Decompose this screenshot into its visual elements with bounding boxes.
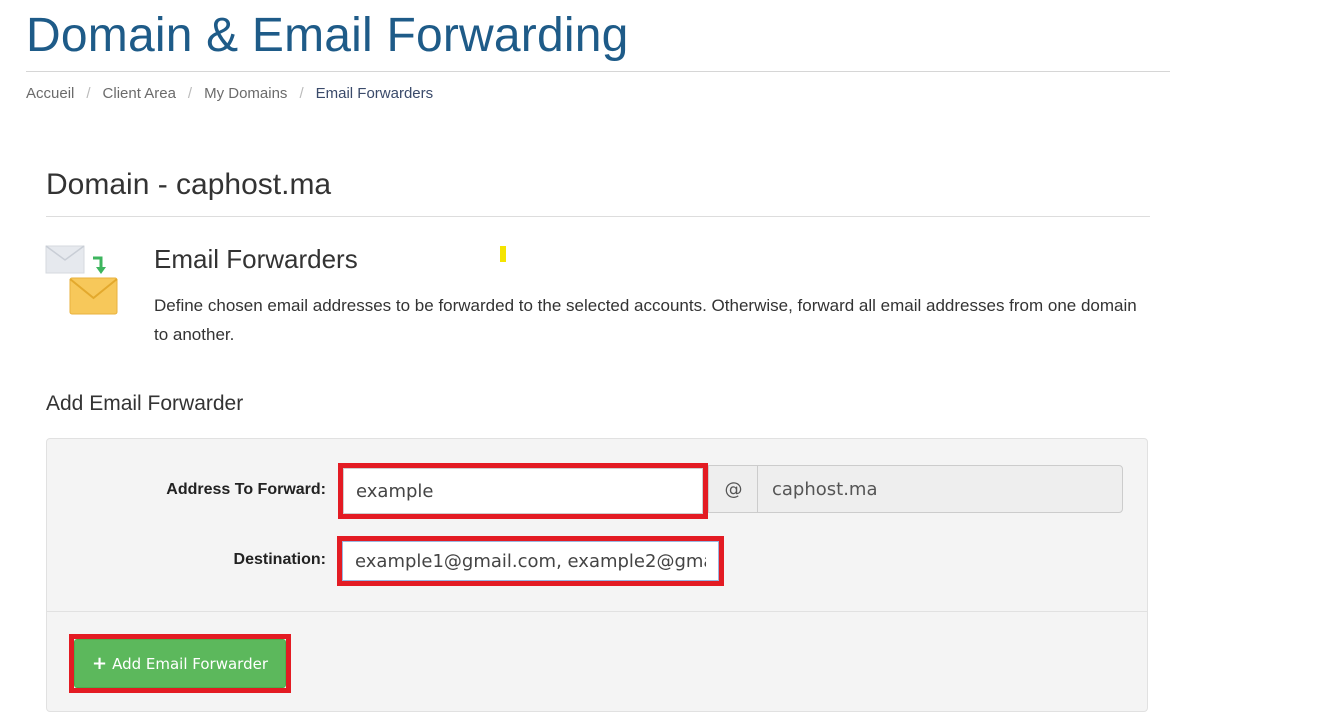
cursor-marker <box>500 246 506 262</box>
form-footer-divider <box>47 611 1147 612</box>
breadcrumb-separator: / <box>187 85 193 102</box>
section-title: Email Forwarders <box>154 244 358 274</box>
breadcrumb-item-email-forwarders: Email Forwarders <box>315 85 434 102</box>
breadcrumb: Accueil / Client Area / My Domains / Ema… <box>26 85 433 102</box>
at-addon: @ <box>708 465 758 513</box>
breadcrumb-item-accueil[interactable]: Accueil <box>26 85 74 102</box>
address-to-forward-label: Address To Forward: <box>166 481 326 498</box>
add-email-forwarder-label: Add Email Forwarder <box>112 654 268 673</box>
domain-heading: Domain - caphost.ma <box>46 168 332 201</box>
plus-icon: + <box>91 652 108 674</box>
add-email-forwarder-button[interactable]: + Add Email Forwarder <box>74 639 286 688</box>
destination-input[interactable] <box>342 541 719 581</box>
breadcrumb-separator: / <box>86 85 91 102</box>
domain-divider <box>46 216 1150 217</box>
page-title: Domain & Email Forwarding <box>26 9 629 62</box>
breadcrumb-item-my-domains[interactable]: My Domains <box>204 85 287 102</box>
breadcrumb-separator: / <box>299 85 304 102</box>
section-description: Define chosen email addresses to be forw… <box>154 296 1137 344</box>
title-divider <box>26 71 1170 72</box>
breadcrumb-item-client-area[interactable]: Client Area <box>103 85 176 102</box>
domain-readonly-field: caphost.ma <box>757 465 1123 513</box>
address-to-forward-input[interactable] <box>343 468 703 514</box>
add-forwarder-form: Address To Forward: @ caphost.ma Destina… <box>46 438 1148 712</box>
email-forward-icon <box>44 244 120 318</box>
destination-label: Destination: <box>233 551 326 568</box>
add-forwarder-heading: Add Email Forwarder <box>46 392 244 415</box>
